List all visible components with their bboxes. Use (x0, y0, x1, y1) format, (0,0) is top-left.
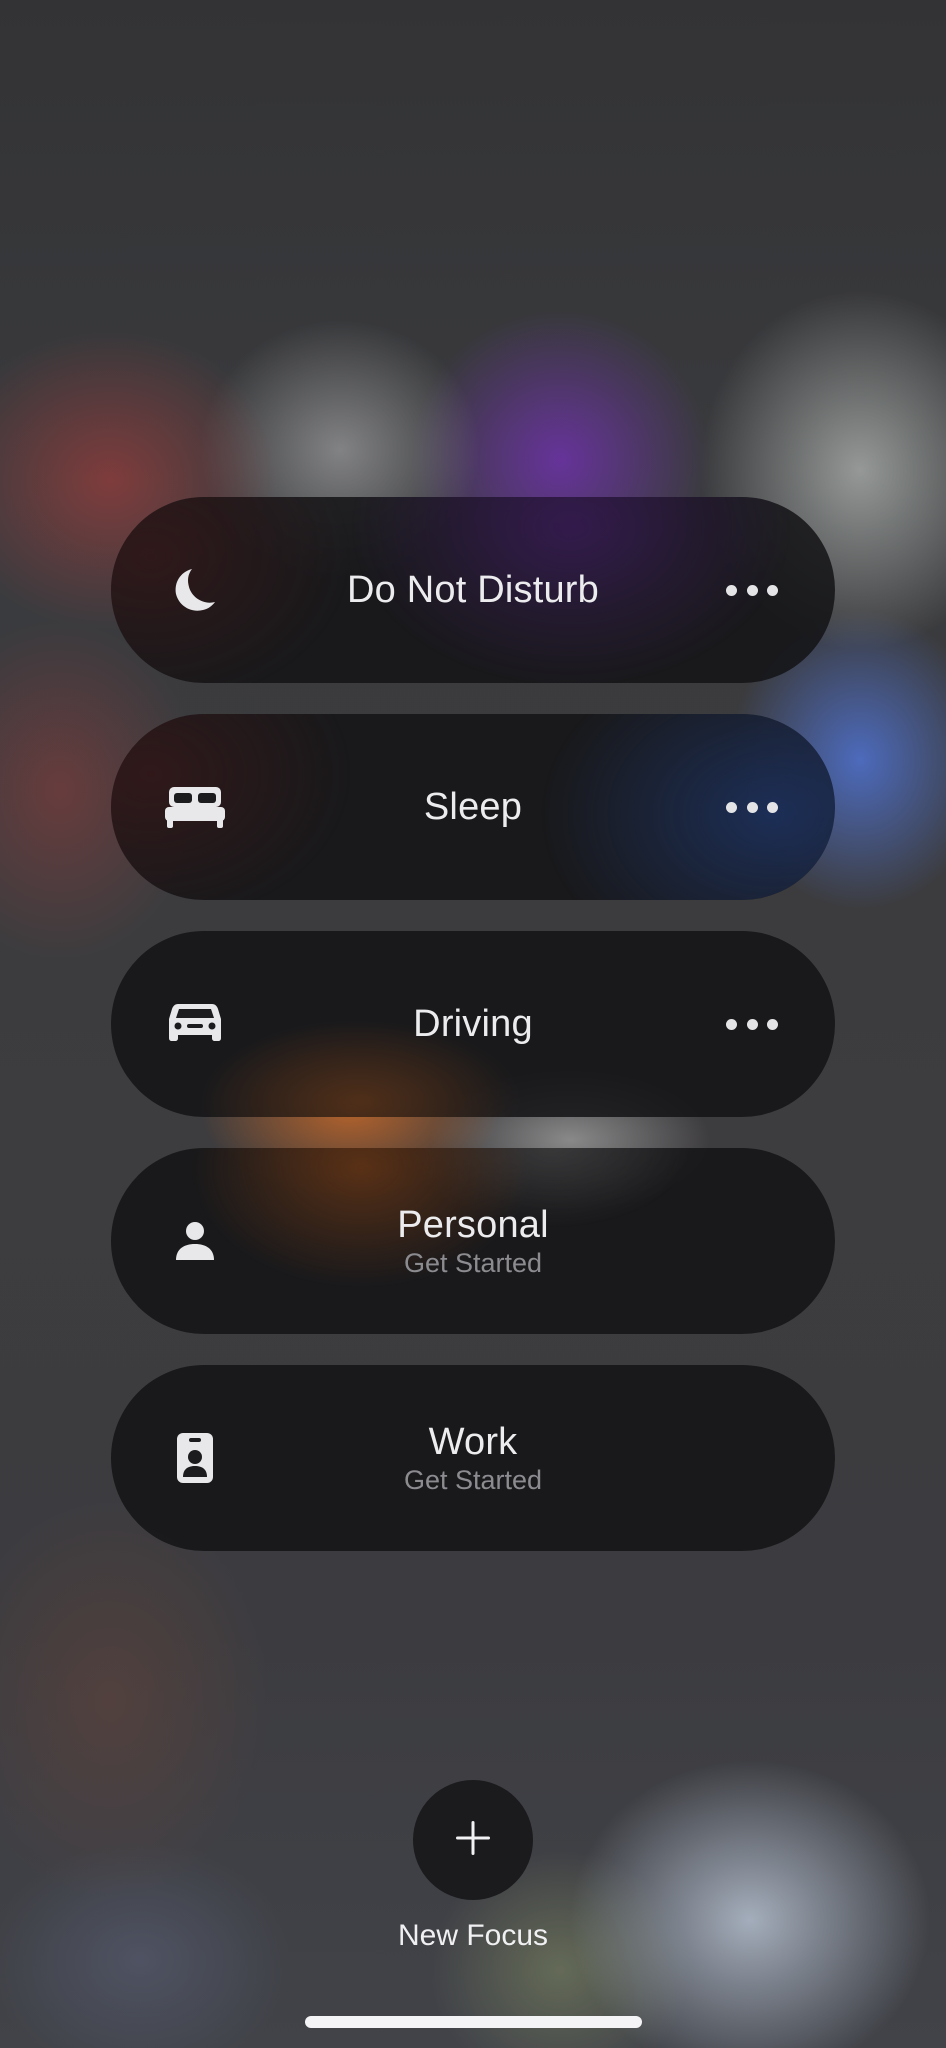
get-started-label: Get Started (403, 1465, 543, 1495)
focus-row-do-not-disturb[interactable]: Do Not Disturb (111, 497, 835, 683)
ellipsis-icon (726, 584, 737, 596)
focus-title: Personal (397, 1204, 549, 1246)
focus-row-sleep[interactable]: Sleep (111, 714, 835, 900)
ellipsis-dot (746, 801, 758, 813)
focus-mode-list: Do Not Disturb Sleep Driving Personal Ge… (111, 497, 835, 1551)
focus-text: Personal Get Started (111, 1203, 835, 1279)
focus-screen: Do Not Disturb Sleep Driving Personal Ge… (0, 0, 946, 2048)
focus-row-personal[interactable]: Personal Get Started (111, 1148, 835, 1334)
focus-text: Work Get Started (111, 1420, 835, 1496)
more-options-button[interactable] (719, 570, 785, 610)
ellipsis-dot (767, 801, 778, 813)
home-indicator[interactable] (305, 2016, 642, 2028)
more-options-button[interactable] (719, 1004, 785, 1044)
ellipsis-icon (726, 801, 737, 813)
ellipsis-dot (746, 584, 758, 596)
ellipsis-dot (767, 584, 778, 596)
new-focus-label: New Focus (397, 1919, 549, 1952)
more-options-button[interactable] (719, 787, 785, 827)
ellipsis-icon (726, 1018, 737, 1030)
plus-icon (455, 1820, 491, 1861)
ellipsis-dot (746, 1018, 758, 1030)
get-started-label: Get Started (403, 1248, 543, 1278)
focus-title: Work (428, 1421, 518, 1463)
focus-row-work[interactable]: Work Get Started (111, 1365, 835, 1551)
new-focus-button[interactable] (413, 1780, 533, 1900)
ellipsis-dot (767, 1018, 778, 1030)
focus-row-driving[interactable]: Driving (111, 931, 835, 1117)
